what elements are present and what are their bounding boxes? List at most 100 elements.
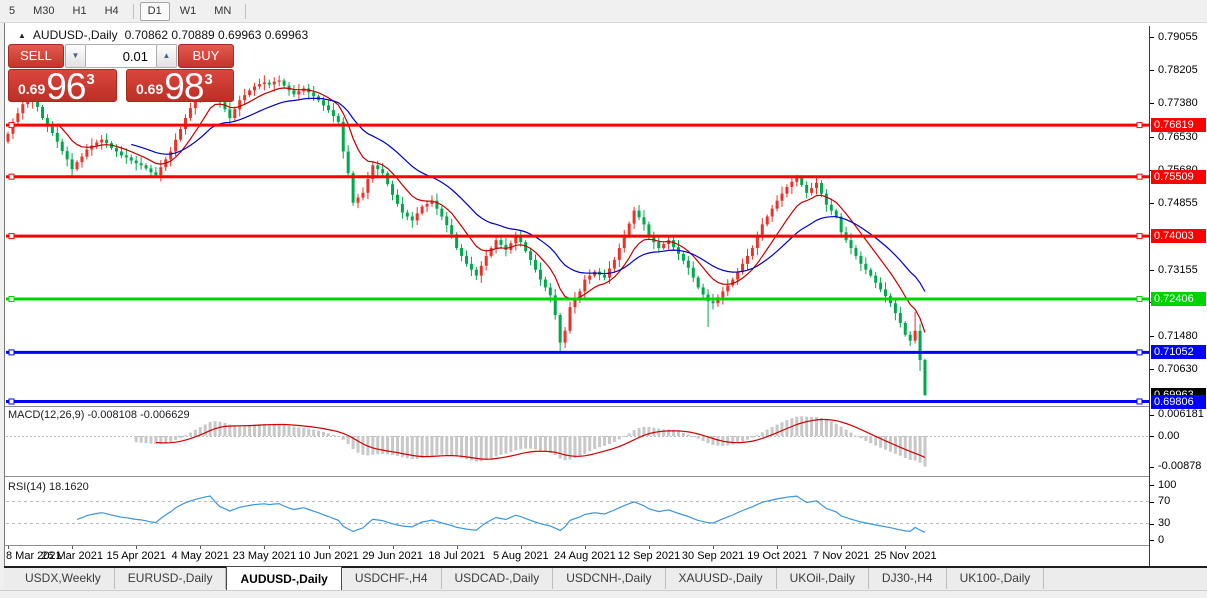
tab-xauusd-daily[interactable]: XAUUSD-,Daily bbox=[666, 568, 777, 589]
line-handle[interactable] bbox=[9, 234, 14, 239]
line-handle[interactable] bbox=[1137, 123, 1142, 128]
level-price-tag: 0.75509 bbox=[1151, 170, 1206, 184]
level-price-tag: 0.74003 bbox=[1151, 229, 1206, 243]
sell-price-sup: 3 bbox=[86, 71, 94, 88]
rsi-indicator-pane bbox=[6, 478, 1149, 544]
date-axis-label: 29 Jun 2021 bbox=[362, 550, 423, 562]
rsi-axis-100: 100 bbox=[1158, 479, 1176, 491]
sell-price-big: 96 bbox=[46, 72, 85, 101]
axis-tick-mark bbox=[1150, 203, 1154, 204]
line-handle[interactable] bbox=[9, 399, 14, 404]
date-axis-label: 12 Sep 2021 bbox=[618, 550, 680, 562]
price-axis[interactable]: 0.006181 0.00 -0.00878 100 70 30 0 0.790… bbox=[1149, 26, 1207, 566]
axis-tick-mark bbox=[1150, 137, 1154, 138]
price-axis-tick-label: 0.77380 bbox=[1158, 97, 1198, 109]
axis-tick-mark bbox=[1150, 336, 1154, 337]
level-price-tag: 0.76819 bbox=[1151, 118, 1206, 132]
tab-usdchf-h4[interactable]: USDCHF-,H4 bbox=[342, 568, 442, 589]
rsi-axis-70: 70 bbox=[1158, 495, 1170, 507]
line-handle[interactable] bbox=[1137, 399, 1142, 404]
date-tick-mark bbox=[136, 546, 137, 549]
timeframe-button-w1[interactable]: W1 bbox=[172, 2, 205, 21]
level-price-tag: 0.72406 bbox=[1151, 292, 1206, 306]
pane-separator bbox=[5, 545, 1149, 546]
axis-tick-mark bbox=[1150, 415, 1154, 416]
pane-separator[interactable] bbox=[5, 406, 1149, 407]
one-click-trading-panel: SELL ▼ ▲ BUY 0.69 96 3 0.69 98 3 bbox=[8, 44, 234, 102]
timeframe-button-mn[interactable]: MN bbox=[206, 2, 239, 21]
sell-button[interactable]: SELL bbox=[8, 44, 64, 68]
rsi-label: RSI(14) 18.1620 bbox=[8, 481, 89, 493]
sell-price-prefix: 0.69 bbox=[18, 81, 45, 97]
date-tick-mark bbox=[72, 546, 73, 549]
axis-tick-mark bbox=[1150, 524, 1154, 525]
tab-ukoil-daily[interactable]: UKOil-,Daily bbox=[777, 568, 869, 589]
tab-usdcad-daily[interactable]: USDCAD-,Daily bbox=[442, 568, 554, 589]
tab-usdcnh-daily[interactable]: USDCNH-,Daily bbox=[553, 568, 665, 589]
date-tick-mark bbox=[8, 546, 9, 549]
date-axis-label: 23 May 2021 bbox=[233, 550, 297, 562]
rsi-axis-30: 30 bbox=[1158, 517, 1170, 529]
buy-price-prefix: 0.69 bbox=[136, 81, 163, 97]
chart-object-icon: ▲ bbox=[18, 31, 26, 40]
date-axis-label: 19 Oct 2021 bbox=[747, 550, 807, 562]
chart-tab-bar: USDX,WeeklyEURUSD-,DailyAUDUSD-,DailyUSD… bbox=[4, 568, 1207, 590]
date-tick-mark bbox=[777, 546, 778, 549]
timeframe-button-h1[interactable]: H1 bbox=[65, 2, 95, 21]
date-axis-label: 10 Jun 2021 bbox=[298, 550, 359, 562]
tab-uk100-daily[interactable]: UK100-,Daily bbox=[947, 568, 1045, 589]
line-handle[interactable] bbox=[1137, 174, 1142, 179]
date-tick-mark bbox=[200, 546, 201, 549]
buy-price-sup: 3 bbox=[204, 71, 212, 88]
date-axis-label: 26 Mar 2021 bbox=[41, 550, 103, 562]
level-price-tag: 0.69806 bbox=[1151, 395, 1206, 409]
volume-decrease-button[interactable]: ▼ bbox=[65, 44, 86, 68]
date-tick-mark bbox=[905, 546, 906, 549]
date-axis-label: 18 Jul 2021 bbox=[428, 550, 485, 562]
timeframe-button-d1[interactable]: D1 bbox=[140, 2, 170, 21]
price-axis-tick-label: 0.79055 bbox=[1158, 31, 1198, 43]
line-handle[interactable] bbox=[1137, 297, 1142, 302]
price-axis-tick-label: 0.76530 bbox=[1158, 131, 1198, 143]
line-handle[interactable] bbox=[9, 297, 14, 302]
tab-audusd-daily[interactable]: AUDUSD-,Daily bbox=[226, 566, 341, 591]
buy-price-big: 98 bbox=[164, 72, 203, 101]
date-tick-mark bbox=[393, 546, 394, 549]
line-handle[interactable] bbox=[1137, 234, 1142, 239]
date-tick-mark bbox=[264, 546, 265, 549]
axis-tick-mark bbox=[1150, 270, 1154, 271]
axis-tick-mark bbox=[1150, 37, 1154, 38]
line-handle[interactable] bbox=[9, 123, 14, 128]
macd-axis-max: 0.006181 bbox=[1158, 408, 1204, 420]
date-axis-label: 7 Nov 2021 bbox=[813, 550, 869, 562]
buy-price-box[interactable]: 0.69 98 3 bbox=[126, 69, 234, 102]
level-price-tag: 0.71052 bbox=[1151, 345, 1206, 359]
volume-stepper: ▼ ▲ bbox=[65, 44, 177, 68]
date-axis[interactable]: 8 Mar 202126 Mar 202115 Apr 20214 May 20… bbox=[6, 546, 1149, 566]
tab-dj30-h4[interactable]: DJ30-,H4 bbox=[869, 568, 947, 589]
line-handle[interactable] bbox=[1137, 350, 1142, 355]
buy-button[interactable]: BUY bbox=[178, 44, 234, 68]
timeframe-button-h4[interactable]: H4 bbox=[97, 2, 127, 21]
chart-symbol-label: AUDUSD-,Daily bbox=[33, 28, 118, 42]
tab-eurusd-daily[interactable]: EURUSD-,Daily bbox=[115, 568, 227, 589]
date-axis-label: 4 May 2021 bbox=[172, 550, 229, 562]
price-axis-tick-label: 0.71480 bbox=[1158, 330, 1198, 342]
volume-input[interactable] bbox=[86, 44, 156, 68]
volume-increase-button[interactable]: ▲ bbox=[156, 44, 177, 68]
date-tick-mark bbox=[329, 546, 330, 549]
pane-separator[interactable] bbox=[5, 476, 1149, 477]
timeframe-button-5[interactable]: 5 bbox=[1, 2, 23, 21]
tab-usdx-weekly[interactable]: USDX,Weekly bbox=[12, 568, 115, 589]
toolbar-separator bbox=[245, 4, 246, 19]
timeframe-button-m30[interactable]: M30 bbox=[25, 2, 62, 21]
sell-price-box[interactable]: 0.69 96 3 bbox=[8, 69, 117, 102]
chart-ohlc-values: 0.70862 0.70889 0.69963 0.69963 bbox=[125, 28, 309, 42]
chart-title: ▲ AUDUSD-,Daily 0.70862 0.70889 0.69963 … bbox=[18, 28, 308, 42]
date-tick-mark bbox=[649, 546, 650, 549]
date-tick-mark bbox=[585, 546, 586, 549]
axis-tick-mark bbox=[1150, 540, 1154, 541]
line-handle[interactable] bbox=[9, 174, 14, 179]
line-handle[interactable] bbox=[9, 350, 14, 355]
price-axis-tick-label: 0.70630 bbox=[1158, 363, 1198, 375]
